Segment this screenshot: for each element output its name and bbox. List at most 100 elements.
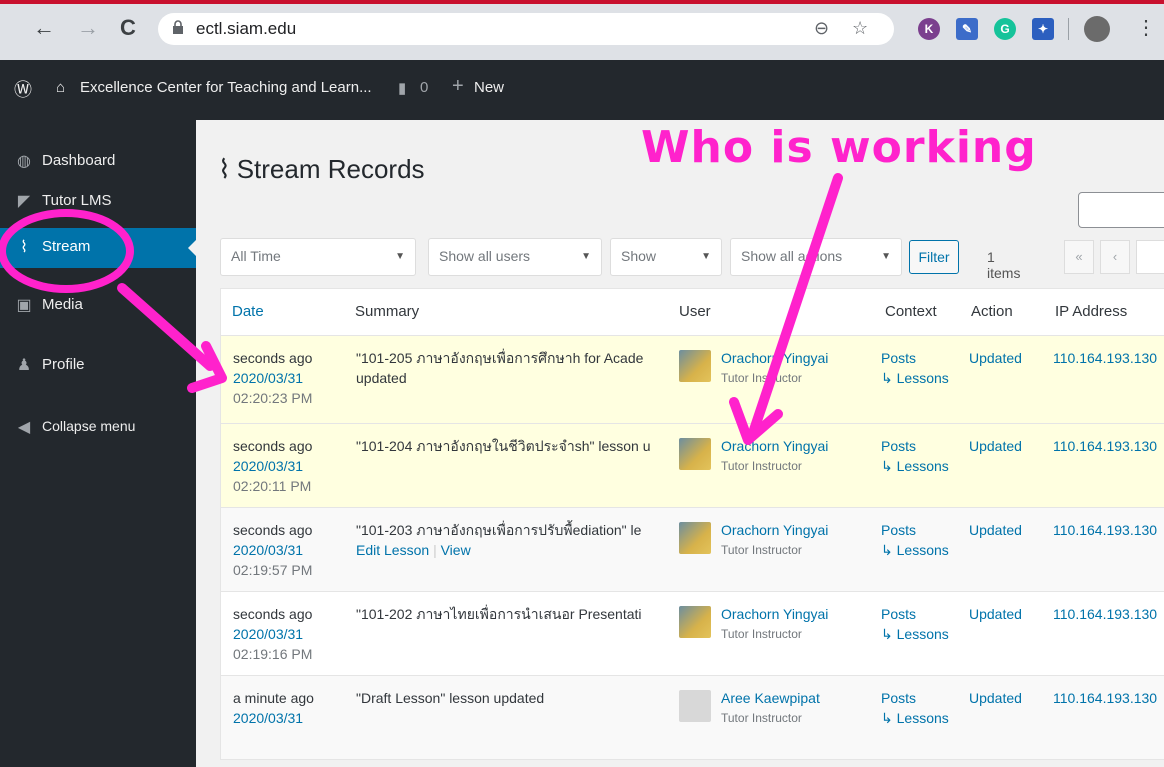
user-link[interactable]: Orachorn Yingyai — [721, 348, 828, 368]
context-cell: Posts ↳ Lessons — [881, 348, 949, 388]
column-user: User — [679, 303, 711, 320]
extension-k-icon[interactable]: K — [918, 18, 940, 40]
media-icon: ▣ — [16, 297, 32, 314]
toolbar-divider — [1068, 18, 1069, 40]
ip-link[interactable]: 110.164.193.130 — [1053, 604, 1157, 624]
comment-icon[interactable]: ▮ — [398, 79, 406, 97]
user-link[interactable]: Orachorn Yingyai — [721, 520, 828, 540]
first-page-button[interactable]: « — [1064, 240, 1094, 274]
filter-button[interactable]: Filter — [909, 240, 959, 274]
subcontext-link[interactable]: ↳ Lessons — [881, 368, 949, 388]
ip-link[interactable]: 110.164.193.130 — [1053, 520, 1157, 540]
new-link[interactable]: New — [474, 79, 504, 96]
profile-avatar[interactable] — [1084, 16, 1110, 42]
date-link[interactable]: 2020/03/31 — [233, 624, 312, 644]
summary-text: "101-205 ภาษาอังกฤษเพื่อการศึกษาh for Ac… — [356, 350, 644, 366]
summary-cell: "101-204 ภาษาอังกฤษในชีวิตประจำsh" lesso… — [356, 436, 666, 456]
forward-button[interactable]: → — [74, 14, 102, 42]
sidebar-item-label: Collapse menu — [42, 418, 136, 434]
subcontext-link[interactable]: ↳ Lessons — [881, 624, 949, 644]
summary-cell: "101-205 ภาษาอังกฤษเพื่อการศึกษาh for Ac… — [356, 348, 666, 388]
time-filter-select[interactable]: All Time ▼ — [220, 238, 416, 276]
subcontext-link[interactable]: ↳ Lessons — [881, 456, 949, 476]
column-ip: IP Address — [1055, 303, 1128, 320]
action-link[interactable]: Updated — [969, 604, 1022, 624]
context-cell: Posts ↳ Lessons — [881, 436, 949, 476]
time-text: 02:20:23 PM — [233, 390, 313, 406]
context-cell: Posts ↳ Lessons — [881, 520, 949, 560]
show-filter-select[interactable]: Show ▼ — [610, 238, 722, 276]
avatar — [679, 350, 711, 382]
back-button[interactable]: ← — [30, 14, 58, 42]
date-link[interactable]: 2020/03/31 — [233, 708, 314, 728]
context-link[interactable]: Posts — [881, 688, 949, 708]
chevron-down-icon: ▼ — [701, 251, 711, 262]
action-link[interactable]: Updated — [969, 436, 1022, 456]
edit-lesson-link[interactable]: Edit Lesson — [356, 542, 429, 558]
browser-menu-icon[interactable]: ⋮ — [1132, 14, 1160, 42]
sidebar-item-media[interactable]: ▣ Media — [0, 286, 196, 326]
ip-link[interactable]: 110.164.193.130 — [1053, 688, 1157, 708]
relative-time: seconds ago — [233, 606, 313, 622]
user-cell: Aree Kaewpipat Tutor Instructor — [721, 688, 820, 728]
date-cell: seconds ago 2020/03/31 02:20:11 PM — [233, 436, 312, 496]
sidebar-item-tutor-lms[interactable]: ◤ Tutor LMS — [0, 182, 196, 222]
sidebar-item-label: Tutor LMS — [42, 192, 112, 209]
extension-grammarly-icon[interactable]: G — [994, 18, 1016, 40]
users-filter-select[interactable]: Show all users ▼ — [428, 238, 602, 276]
sidebar-item-collapse[interactable]: ◀ Collapse menu — [0, 408, 196, 448]
lock-icon — [173, 20, 183, 34]
date-link[interactable]: 2020/03/31 — [233, 456, 312, 476]
site-name-link[interactable]: Excellence Center for Teaching and Learn… — [80, 79, 372, 96]
subcontext-link[interactable]: ↳ Lessons — [881, 708, 949, 728]
wordpress-logo-icon[interactable]: Ⓦ — [14, 76, 32, 102]
time-text: 02:19:57 PM — [233, 562, 313, 578]
context-link[interactable]: Posts — [881, 348, 949, 368]
relative-time: a minute ago — [233, 690, 314, 706]
extension-pen-icon[interactable]: ✎ — [956, 18, 978, 40]
sidebar-item-stream[interactable]: ⌇ Stream — [0, 228, 196, 268]
bookmark-star-icon[interactable]: ☆ — [852, 18, 868, 39]
plus-icon[interactable]: + — [452, 75, 464, 98]
user-link[interactable]: Orachorn Yingyai — [721, 436, 828, 456]
column-summary: Summary — [355, 303, 420, 320]
user-link[interactable]: Orachorn Yingyai — [721, 604, 828, 624]
action-link[interactable]: Updated — [969, 348, 1022, 368]
url-text: ectl.siam.edu — [196, 19, 297, 38]
sidebar-item-label: Profile — [42, 356, 85, 373]
date-link[interactable]: 2020/03/31 — [233, 540, 312, 560]
table-header: Date Summary User Context Action IP Addr… — [220, 288, 1164, 336]
column-date[interactable]: Date — [232, 303, 264, 320]
date-link[interactable]: 2020/03/31 — [233, 368, 312, 388]
ip-link[interactable]: 110.164.193.130 — [1053, 436, 1157, 456]
action-link[interactable]: Updated — [969, 688, 1022, 708]
comments-count[interactable]: 0 — [420, 79, 428, 96]
action-link[interactable]: Updated — [969, 520, 1022, 540]
user-role: Tutor Instructor — [721, 627, 802, 641]
ip-link[interactable]: 110.164.193.130 — [1053, 348, 1157, 368]
reload-button[interactable]: C — [114, 14, 142, 42]
prev-page-button[interactable]: ‹ — [1100, 240, 1130, 274]
avatar — [679, 690, 711, 722]
context-link[interactable]: Posts — [881, 436, 949, 456]
table-row: a minute ago 2020/03/31 "Draft Lesson" l… — [220, 676, 1164, 760]
page-number-input[interactable] — [1136, 240, 1164, 274]
actions-filter-select[interactable]: Show all actions ▼ — [730, 238, 902, 276]
view-link[interactable]: View — [441, 542, 471, 558]
zoom-icon[interactable]: ⊖ — [814, 18, 829, 39]
row-action-separator: | — [433, 542, 441, 558]
address-bar[interactable]: ectl.siam.edu ⊖ ☆ — [158, 13, 894, 45]
table-row: seconds ago 2020/03/31 02:19:57 PM "101-… — [220, 508, 1164, 592]
subcontext-link[interactable]: ↳ Lessons — [881, 540, 949, 560]
user-link[interactable]: Aree Kaewpipat — [721, 688, 820, 708]
home-icon[interactable]: ⌂ — [56, 79, 65, 96]
sidebar-item-profile[interactable]: ♟ Profile — [0, 346, 196, 386]
relative-time: seconds ago — [233, 350, 313, 366]
items-count: 1 items — [987, 249, 1021, 281]
relative-time: seconds ago — [233, 438, 313, 454]
sidebar-item-dashboard[interactable]: ◍ Dashboard — [0, 142, 196, 182]
search-input[interactable] — [1078, 192, 1164, 228]
extension-puzzle-icon[interactable]: ✦ — [1032, 18, 1054, 40]
context-link[interactable]: Posts — [881, 604, 949, 624]
context-link[interactable]: Posts — [881, 520, 949, 540]
